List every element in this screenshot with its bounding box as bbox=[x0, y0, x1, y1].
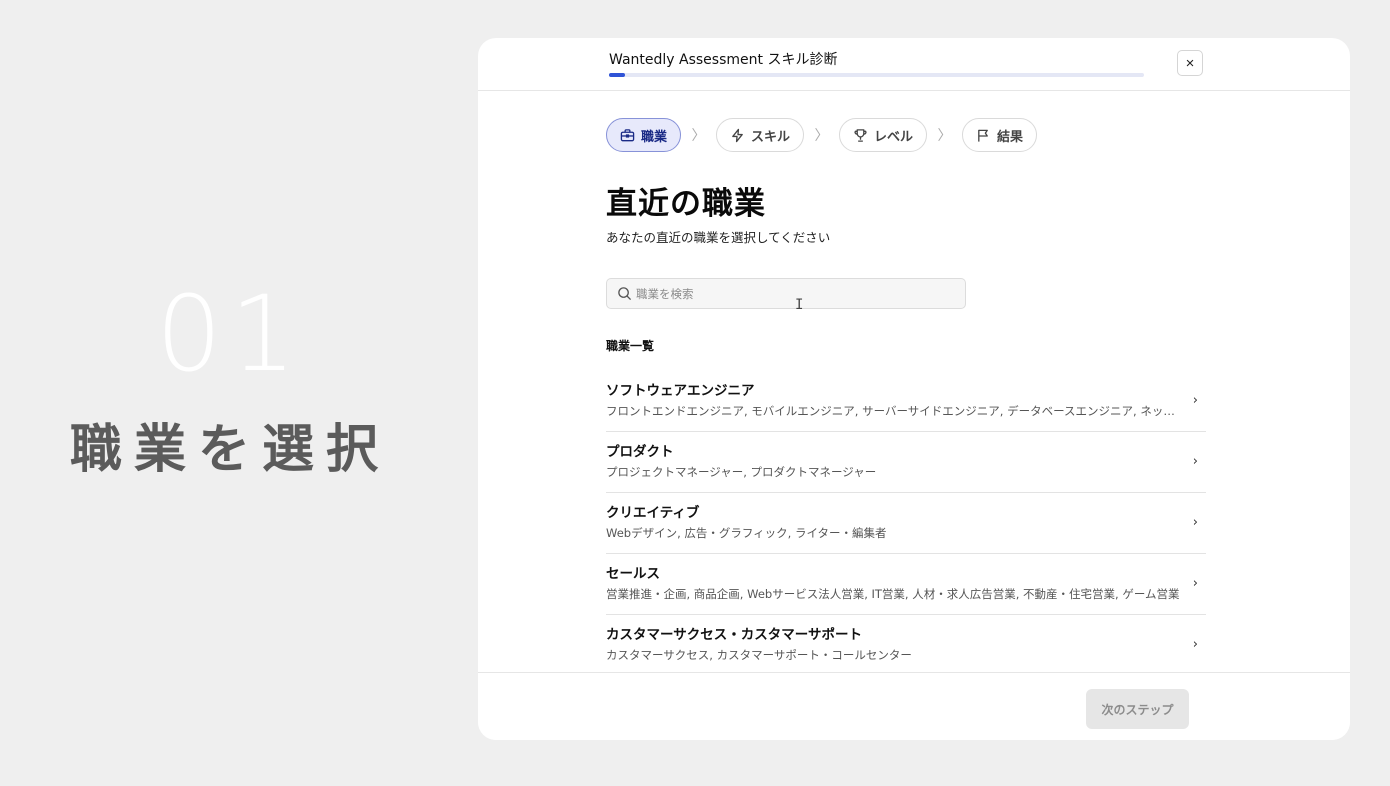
lightning-icon bbox=[732, 128, 743, 142]
progress-fill bbox=[609, 73, 626, 77]
job-list-heading: 職業一覧 bbox=[606, 339, 655, 353]
step-separator: 〉 bbox=[814, 128, 829, 144]
flag-icon bbox=[978, 129, 988, 142]
chevron-right-icon: › bbox=[1192, 515, 1198, 530]
modal-header: Wantedly Assessment スキル診断 × bbox=[478, 38, 1350, 91]
job-name: プロダクト bbox=[606, 444, 674, 460]
progress-bar bbox=[609, 73, 1144, 77]
job-item-creative[interactable]: クリエイティブ Webデザイン, 広告・グラフィック, ライター・編集者 › bbox=[606, 493, 1206, 554]
search-icon bbox=[618, 287, 632, 301]
step-level[interactable]: レベル bbox=[839, 118, 928, 152]
step-result[interactable]: 結果 bbox=[962, 118, 1038, 152]
search-box[interactable] bbox=[606, 278, 966, 309]
job-description: 営業推進・企画, 商品企画, Webサービス法人営業, IT営業, 人材・求人広… bbox=[606, 587, 1180, 601]
hero-number: 01 bbox=[155, 273, 305, 395]
job-name: セールス bbox=[606, 566, 660, 582]
chevron-right-icon: › bbox=[1192, 576, 1198, 591]
step-job-label: 職業 bbox=[641, 129, 668, 145]
chevron-right-icon: › bbox=[1192, 393, 1198, 408]
page-heading: 直近の職業 bbox=[606, 186, 766, 222]
chevron-right-icon: › bbox=[1192, 637, 1198, 652]
job-description: フロントエンドエンジニア, モバイルエンジニア, サーバーサイドエンジニア, デ… bbox=[606, 404, 1181, 418]
job-description: カスタマーサクセス, カスタマーサポート・コールセンター bbox=[606, 648, 912, 662]
trophy-icon bbox=[854, 128, 867, 142]
modal-footer: 次のステップ bbox=[478, 672, 1350, 740]
stepper: 職業 〉 スキル 〉 レベル 〉 結果 bbox=[606, 118, 1038, 152]
job-name: ソフトウェアエンジニア bbox=[606, 383, 755, 399]
step-separator: 〉 bbox=[691, 128, 706, 144]
page-subheading: あなたの直近の職業を選択してください bbox=[606, 230, 831, 245]
hero-title: 職業を選択 bbox=[69, 420, 390, 480]
job-item-customer-success[interactable]: カスタマーサクセス・カスタマーサポート カスタマーサクセス, カスタマーサポート… bbox=[606, 615, 1206, 676]
text-cursor-icon: I bbox=[795, 297, 804, 313]
next-step-button[interactable]: 次のステップ bbox=[1086, 689, 1189, 729]
job-item-sales[interactable]: セールス 営業推進・企画, 商品企画, Webサービス法人営業, IT営業, 人… bbox=[606, 554, 1206, 615]
job-item-product[interactable]: プロダクト プロジェクトマネージャー, プロダクトマネージャー › bbox=[606, 432, 1206, 493]
assessment-modal: Wantedly Assessment スキル診断 × 職業 〉 スキル 〉 レ… bbox=[478, 38, 1350, 740]
step-separator: 〉 bbox=[937, 128, 952, 144]
close-button[interactable]: × bbox=[1177, 50, 1203, 76]
job-description: プロジェクトマネージャー, プロダクトマネージャー bbox=[606, 465, 877, 479]
job-name: クリエイティブ bbox=[606, 505, 700, 521]
job-list: ソフトウェアエンジニア フロントエンドエンジニア, モバイルエンジニア, サーバ… bbox=[606, 371, 1206, 676]
step-skill-label: スキル bbox=[751, 129, 791, 145]
modal-title: Wantedly Assessment スキル診断 bbox=[609, 52, 838, 68]
chevron-right-icon: › bbox=[1192, 454, 1198, 469]
briefcase-icon bbox=[620, 128, 635, 141]
step-job[interactable]: 職業 bbox=[606, 118, 682, 152]
step-result-label: 結果 bbox=[997, 129, 1024, 145]
step-skill[interactable]: スキル bbox=[716, 118, 805, 152]
job-item-software-engineer[interactable]: ソフトウェアエンジニア フロントエンドエンジニア, モバイルエンジニア, サーバ… bbox=[606, 371, 1206, 432]
step-level-label: レベル bbox=[874, 129, 914, 145]
job-name: カスタマーサクセス・カスタマーサポート bbox=[606, 627, 862, 643]
job-description: Webデザイン, 広告・グラフィック, ライター・編集者 bbox=[606, 526, 887, 540]
